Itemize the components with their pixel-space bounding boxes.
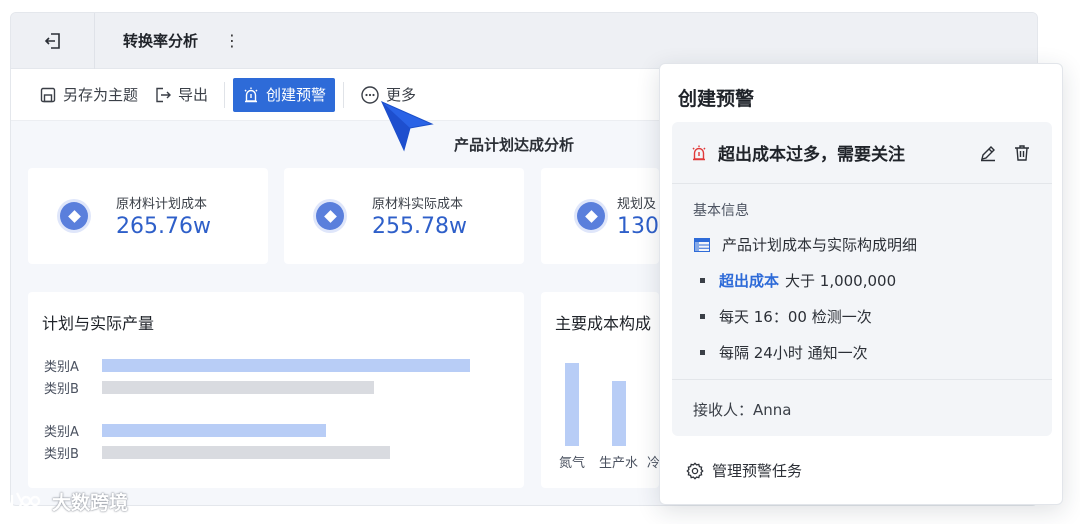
export-label: 导出 <box>178 86 209 104</box>
kpi-label: 原材料实际成本 <box>372 197 464 212</box>
bar-category-label: 类别A <box>44 425 79 440</box>
chart-card-cost-composition: 主要成本构成 氮气 生产水冷 <box>541 292 659 488</box>
create-alert-button[interactable]: 创建预警 <box>233 77 336 112</box>
alarm-icon <box>244 87 258 102</box>
create-alert-label: 创建预警 <box>266 86 327 104</box>
title-more-icon[interactable]: ⋮ <box>224 31 241 50</box>
kpi-diamond-icon <box>60 202 88 230</box>
kpi-card: 原材料计划成本 265.76w <box>28 168 268 264</box>
bullet <box>700 314 705 319</box>
toolbar-divider <box>343 81 345 108</box>
bar-category-label: 生产水 <box>599 456 639 471</box>
chart-title: 计划与实际产量 <box>42 314 155 333</box>
bar-category-label: 类别A <box>44 360 79 375</box>
kpi-card: 规划及 130. <box>541 168 659 264</box>
table-icon <box>694 237 710 252</box>
alert-actions <box>978 143 1032 163</box>
kpi-label: 原材料计划成本 <box>116 197 208 212</box>
bar <box>102 424 326 437</box>
save-as-theme-label: 另存为主题 <box>63 86 139 104</box>
schedule-row: 每天 16：00 检测一次 <box>694 306 872 327</box>
trash-icon[interactable] <box>1012 143 1032 163</box>
gear-icon <box>686 461 704 480</box>
title-bar: 转换率分析 ⋮ <box>11 13 1037 69</box>
table-row: 产品计划成本与实际构成明细 <box>694 234 917 255</box>
alert-name: 超出成本过多，需要关注 <box>718 145 905 165</box>
condition-text: 大于 1,000,000 <box>785 272 897 290</box>
edit-icon[interactable] <box>978 143 998 163</box>
condition-keyword: 超出成本 <box>719 272 780 290</box>
kpi-value: 265.76w <box>116 214 211 239</box>
toolbar-divider <box>224 81 226 108</box>
bullet <box>700 350 705 355</box>
kpi-diamond-icon <box>577 202 605 230</box>
manage-alerts-label: 管理预警任务 <box>712 462 803 480</box>
alert-card: 超出成本过多，需要关注 基本信息 产品计划成本与实际构成明细 超出成本 大于 1… <box>672 122 1052 436</box>
section-label: 基本信息 <box>693 203 749 219</box>
divider <box>672 379 1052 380</box>
watermark-text: 大数跨境 <box>52 492 129 514</box>
interval-text: 每隔 24小时 通知一次 <box>719 344 868 362</box>
alarm-icon <box>692 145 706 160</box>
watermark: 大数跨境 <box>8 488 128 515</box>
page-title: 转换率分析 <box>123 32 199 50</box>
create-alert-popup: 创建预警 超出成本过多，需要关注 基本信息 产品计划成本与实际构成明细 超出成本… <box>659 63 1063 505</box>
condition-row: 超出成本 大于 1,000,000 <box>694 270 896 291</box>
chart-card-plan-vs-actual: 计划与实际产量 类别A 类别B 类别A 类别B <box>28 292 524 488</box>
canvas: 转换率分析 ⋮ 另存为主题 导出 创建预警 更多 产品计划达成分析 原材料计划成… <box>0 0 1080 524</box>
kpi-value: 130. <box>617 214 659 239</box>
watermark-logo-icon <box>10 492 41 512</box>
exit-button[interactable] <box>11 13 95 69</box>
manage-alerts-link[interactable]: 管理预警任务 <box>686 460 802 481</box>
bar <box>565 363 579 446</box>
kpi-label: 规划及 <box>617 197 657 212</box>
save-theme-icon <box>40 87 56 102</box>
bar <box>612 381 626 446</box>
exit-icon <box>44 32 60 49</box>
alert-header: 超出成本过多，需要关注 <box>672 122 1052 184</box>
export-icon <box>156 87 172 102</box>
popup-title: 创建预警 <box>678 88 755 110</box>
bar-category-label: 类别B <box>44 447 79 462</box>
bar-category-label: 冷 <box>647 456 659 471</box>
table-name: 产品计划成本与实际构成明细 <box>722 236 918 254</box>
receiver-text: 接收人：Anna <box>693 401 792 419</box>
bar <box>102 446 390 459</box>
export-button[interactable]: 导出 <box>146 78 216 112</box>
bar <box>102 381 374 394</box>
report-title-text: 产品计划达成分析 <box>453 136 574 154</box>
bullet <box>700 278 705 283</box>
kpi-card: 原材料实际成本 255.78w <box>284 168 524 264</box>
interval-row: 每隔 24小时 通知一次 <box>694 342 868 363</box>
bar-category-label: 类别B <box>44 382 79 397</box>
cursor-icon <box>380 101 434 152</box>
chart-title: 主要成本构成 <box>555 314 652 333</box>
kpi-value: 255.78w <box>372 214 467 239</box>
more-circle-icon <box>361 85 379 104</box>
kpi-diamond-icon <box>316 202 344 230</box>
schedule-text: 每天 16：00 检测一次 <box>719 308 872 326</box>
save-as-theme-button[interactable]: 另存为主题 <box>31 78 146 112</box>
bar <box>102 359 470 372</box>
bar-category-label: 氮气 <box>559 456 586 471</box>
